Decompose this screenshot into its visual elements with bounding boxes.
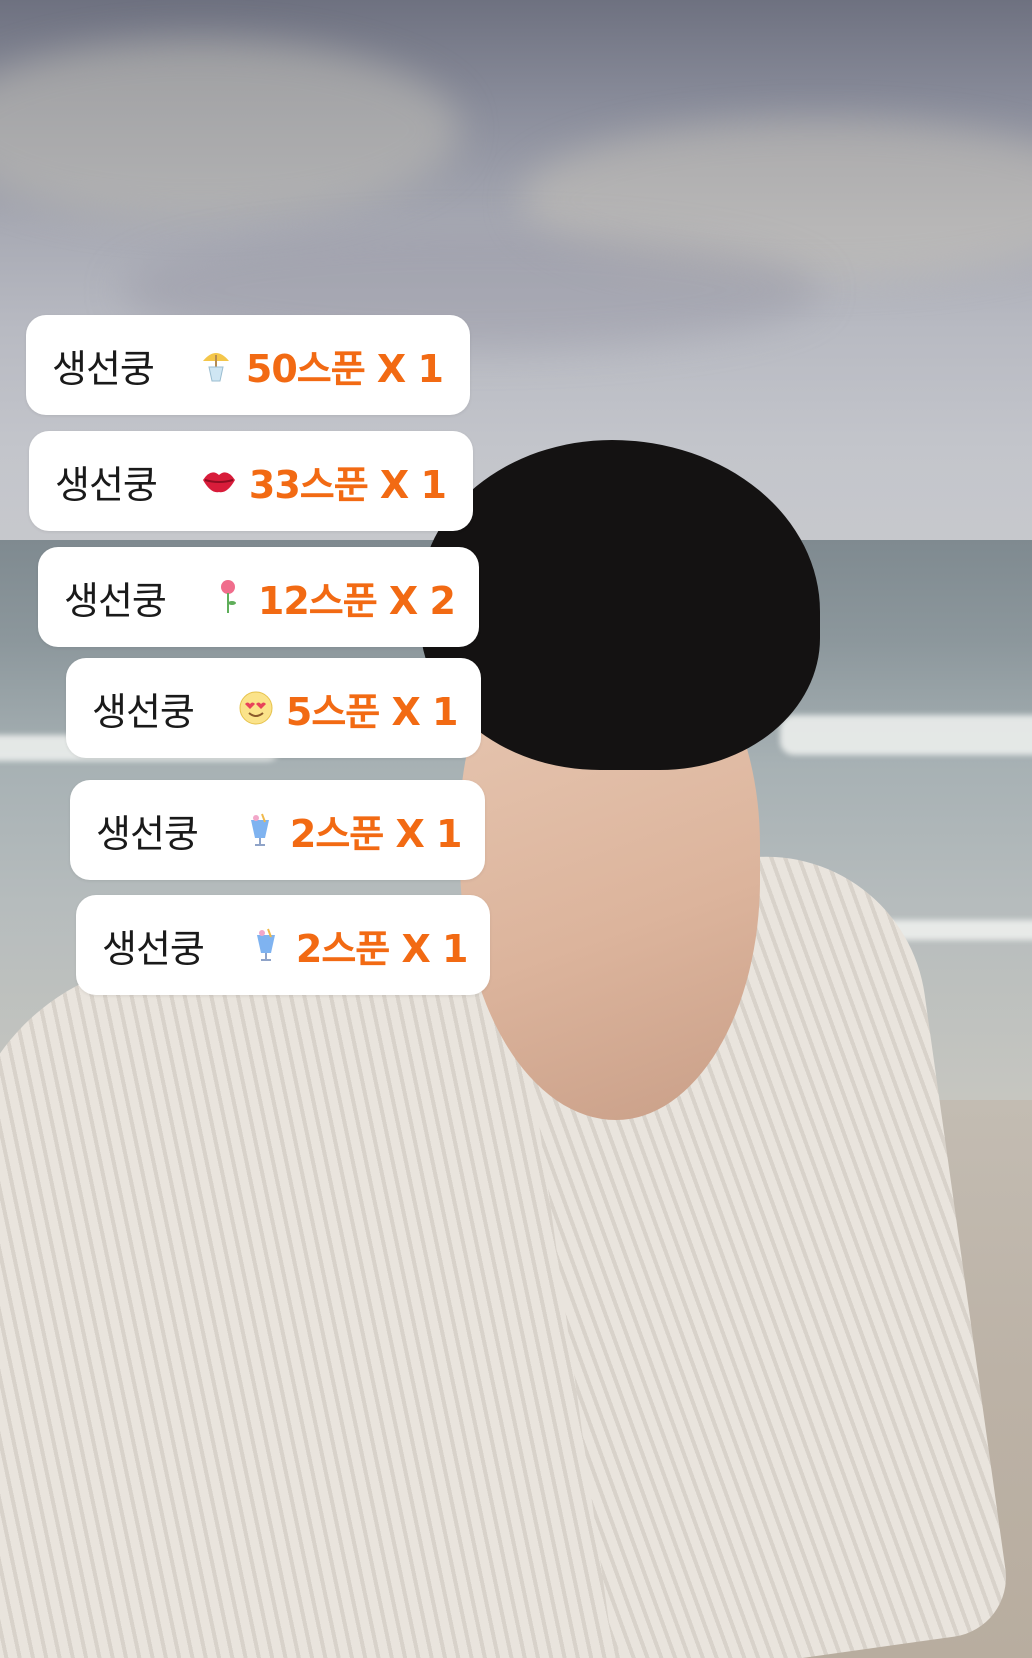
spoon-amount: 12스푼 X 2	[257, 578, 456, 623]
cocktail-umbrella-icon	[198, 347, 234, 383]
donor-name: 생선쿵	[64, 578, 167, 623]
tropical-drink-icon	[242, 812, 278, 848]
donor-name: 생선쿵	[92, 689, 195, 734]
donation-sticker: 생선쿵 50스푼 X 1	[26, 315, 470, 415]
donor-name: 생선쿵	[55, 462, 158, 507]
lips-icon	[201, 463, 237, 499]
donation-sticker: 생선쿵 5스푼 X 1	[66, 658, 481, 758]
donation-sticker: 생선쿵 12스푼 X 2	[38, 547, 479, 647]
heart-eyes-face-icon	[238, 690, 274, 726]
donor-name: 생선쿵	[102, 926, 205, 971]
spoon-amount: 33스푼 X 1	[248, 462, 447, 507]
spoon-amount: 2스푼 X 1	[295, 926, 469, 971]
donation-sticker: 생선쿵 2스푼 X 1	[76, 895, 490, 995]
spoon-amount: 5스푼 X 1	[285, 689, 459, 734]
spoon-amount: 2스푼 X 1	[289, 811, 463, 856]
donor-name: 생선쿵	[96, 811, 199, 856]
rose-icon	[210, 579, 246, 615]
story-screen: 생선쿵 50스푼 X 1 생선쿵 33스푼 X 1 생선쿵 12스푼 X 2 생…	[0, 0, 1032, 1658]
tropical-drink-icon	[248, 927, 284, 963]
donor-name: 생선쿵	[52, 346, 155, 391]
wave	[780, 715, 1032, 755]
donation-sticker: 생선쿵 33스푼 X 1	[29, 431, 473, 531]
spoon-amount: 50스푼 X 1	[245, 346, 444, 391]
donation-sticker: 생선쿵 2스푼 X 1	[70, 780, 485, 880]
